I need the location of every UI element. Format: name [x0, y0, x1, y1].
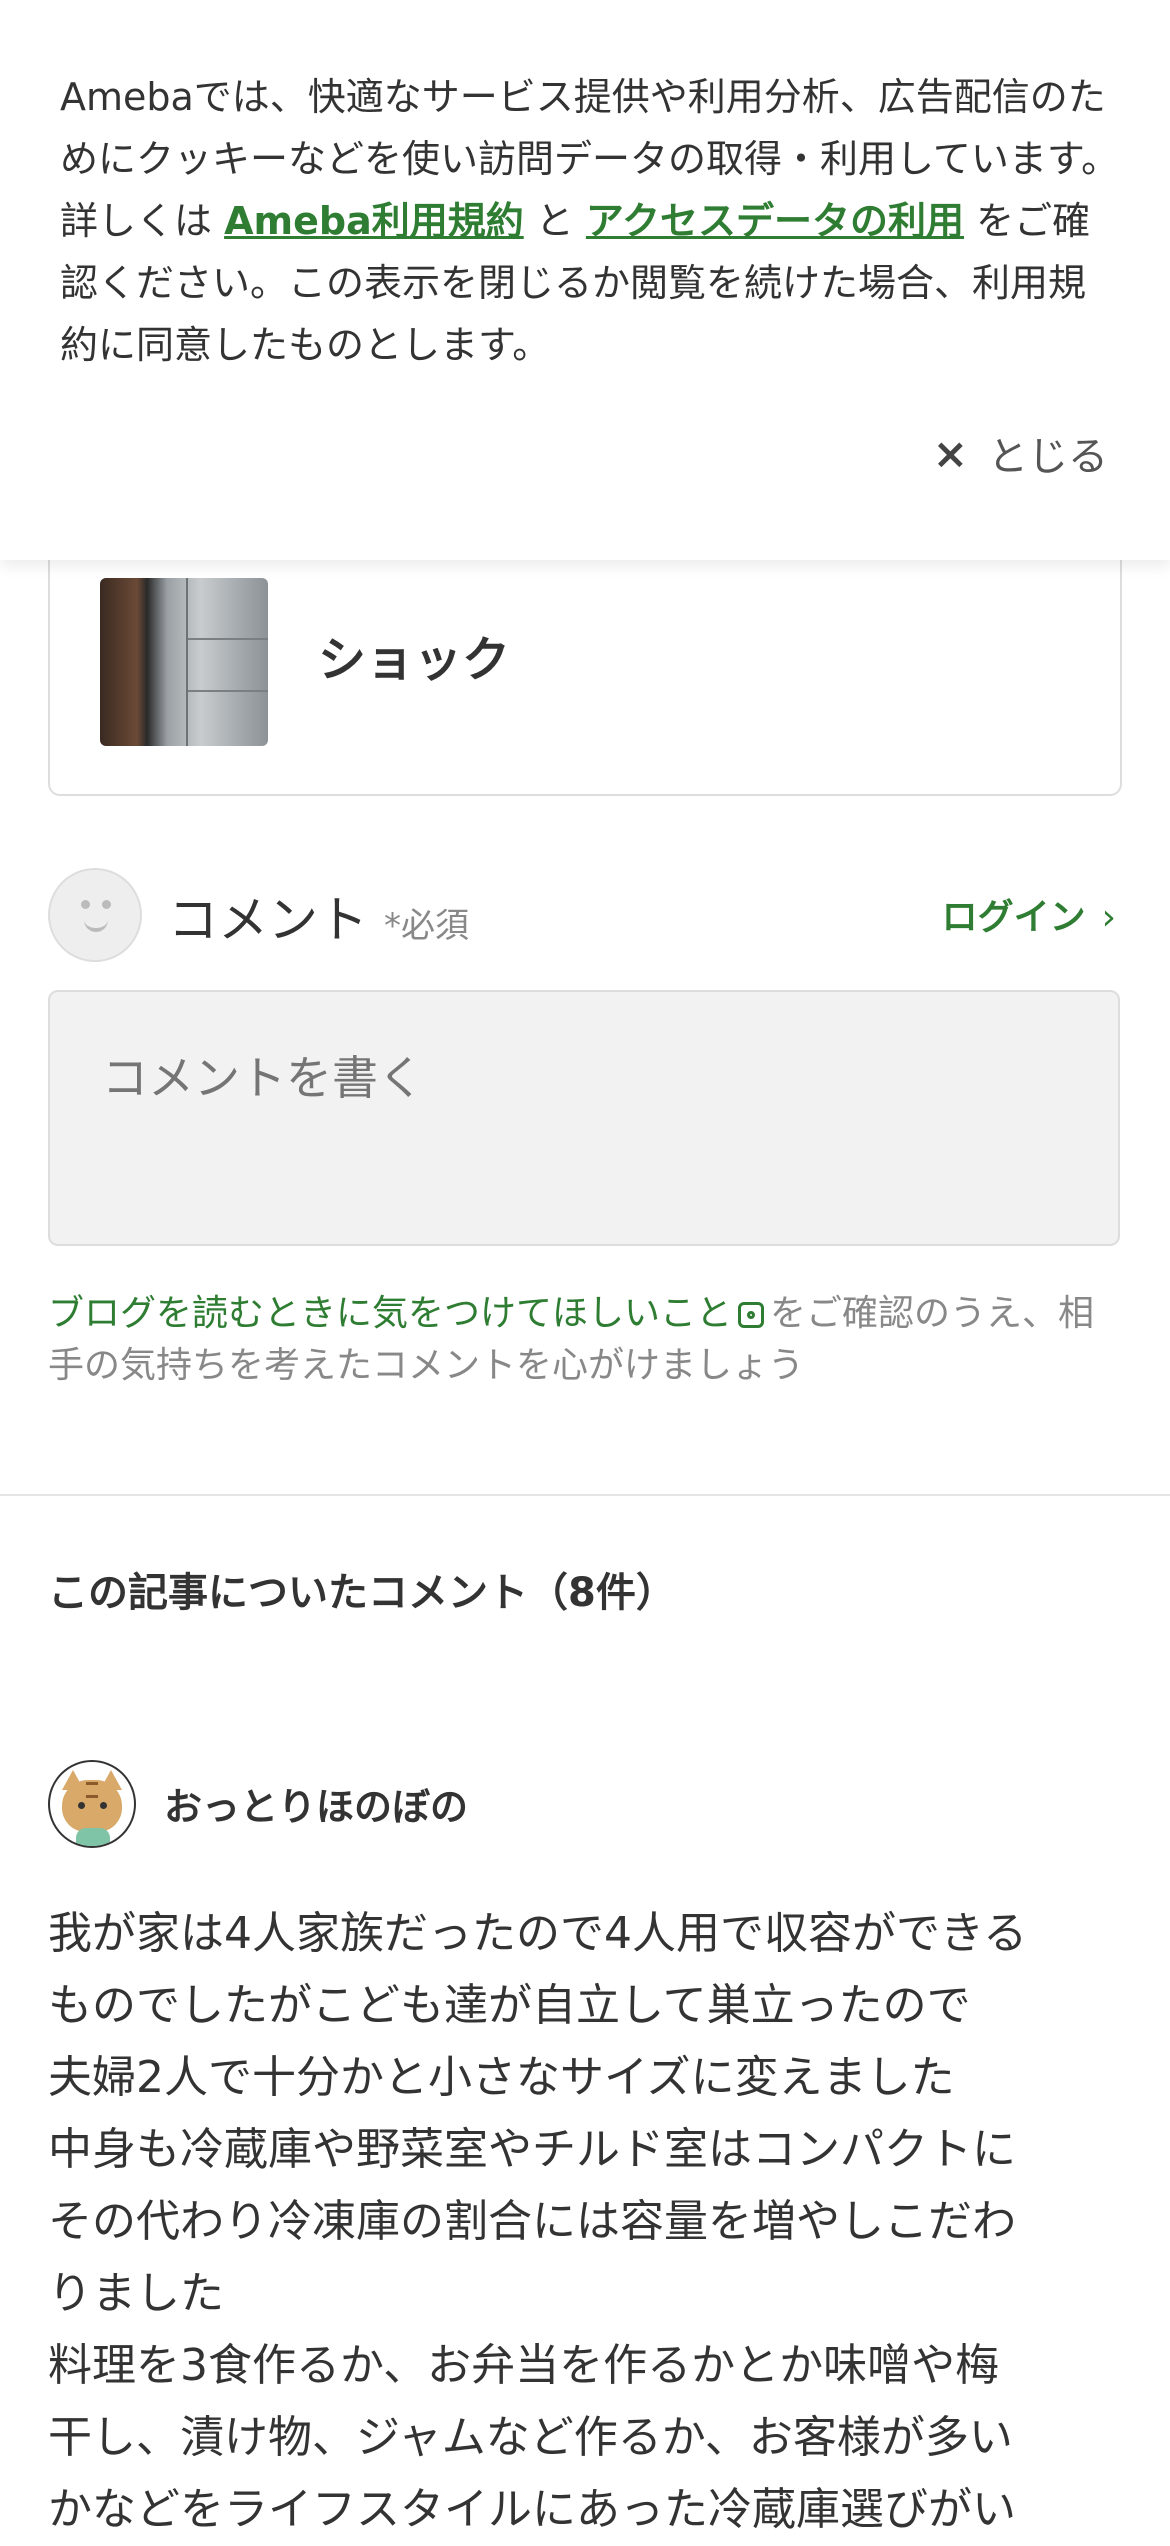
required-mark: *必須	[384, 906, 469, 946]
comment-label: コメント	[168, 891, 368, 949]
cookie-message: Amebaでは、快適なサービス提供や利用分析、広告配信のためにクッキーなどを使い…	[60, 66, 1120, 376]
close-label: とじる	[988, 434, 1108, 480]
access-data-link[interactable]: アクセスデータの利用	[586, 199, 964, 243]
guidelines-link[interactable]: ブログを読むときに気をつけてほしいこと	[48, 1293, 732, 1334]
close-icon: ×	[932, 428, 968, 478]
comment-line: 干し、漬け物、ジャムなど作るか、お客様が多い	[48, 2412, 1013, 2463]
login-label: ログイン	[941, 897, 1086, 938]
comment-line: 料理を3食作るか、お弁当を作るかとか味噌や梅	[48, 2340, 1000, 2391]
commenter-name[interactable]: おっとりほのぼの	[164, 1776, 468, 1831]
comment-line: りました	[48, 2268, 224, 2319]
external-link-icon	[738, 1302, 765, 1328]
article-thumbnail	[100, 578, 268, 746]
comment-line: ものでしたがこども達が自立して巣立ったので	[48, 1980, 971, 2031]
section-divider	[0, 1494, 1170, 1496]
comment-line: かなどをライフスタイルにあった冷蔵庫選びがい	[48, 2484, 1016, 2535]
comment-line: 中身も冷蔵庫や野菜室やチルド室はコンパクトに	[48, 2124, 1016, 2175]
comments-section-title: この記事についたコメント（8件）	[48, 1570, 676, 1616]
cookie-banner: Amebaでは、快適なサービス提供や利用分析、広告配信のためにクッキーなどを使い…	[0, 0, 1170, 560]
login-link[interactable]: ログイン ›	[942, 888, 1116, 940]
article-card[interactable]: ショック	[48, 520, 1122, 796]
comment-body: 我が家は4人家族だったので4人用で収容ができる ものでしたがこども達が自立して巣…	[48, 1898, 1128, 2546]
user-avatar-placeholder	[48, 868, 142, 962]
cookie-close-button[interactable]: × とじる	[933, 424, 1108, 482]
commenter-avatar[interactable]	[48, 1760, 136, 1848]
comment-line: その代わり冷凍庫の割合には容量を増やしこだわ	[48, 2196, 1016, 2247]
terms-link[interactable]: Ameba利用規約	[224, 199, 524, 243]
comment-line: 我が家は4人家族だったので4人用で収容ができる	[48, 1908, 1028, 1959]
article-title: ショック	[318, 632, 511, 688]
comment-input[interactable]	[48, 990, 1120, 1246]
chevron-right-icon: ›	[1101, 897, 1116, 938]
comment-guidelines-notice: ブログを読むときに気をつけてほしいこと をご確認のうえ、相手の気持ちを考えたコメン…	[48, 1288, 1118, 1392]
comment-line: 夫婦2人で十分かと小さなサイズに変えました	[48, 2052, 955, 2103]
cookie-text-and: と	[523, 199, 586, 243]
